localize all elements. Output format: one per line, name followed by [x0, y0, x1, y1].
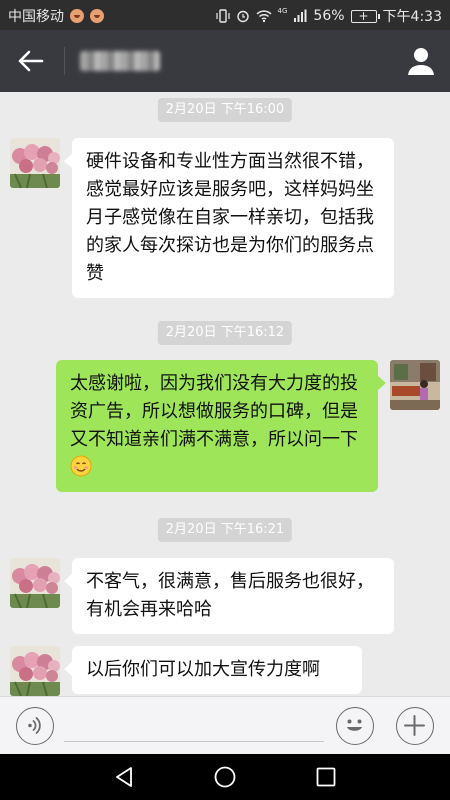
vibrate-icon	[215, 9, 230, 23]
network-type-label: 4G	[277, 7, 288, 15]
carrier-label: 中国移动	[8, 9, 64, 25]
notification-face-icon	[70, 9, 84, 23]
alarm-icon	[236, 10, 249, 23]
voice-icon	[28, 717, 41, 734]
contact-name-blurred	[80, 51, 160, 71]
emoji-button[interactable]	[336, 707, 374, 745]
incoming-message[interactable]: 硬件设备和专业性方面当然很不错，感觉最好应该是服务吧，这样妈妈坐月子感觉像在自家…	[64, 138, 394, 298]
clock: 下午4:33	[382, 9, 442, 25]
incoming-message[interactable]: 以后你们可以加大宣传力度啊	[64, 646, 362, 694]
battery-percent: 56%	[313, 8, 345, 24]
outgoing-message[interactable]: 太感谢啦，因为我们没有大力度的投资广告，所以想做服务的口碑，但是又不知道亲们满不…	[56, 360, 386, 492]
timestamp: 2月20日 下午16:21	[157, 518, 293, 542]
back-arrow-icon[interactable]	[14, 48, 48, 74]
message-list[interactable]: 2月20日 下午16:00 硬件设备和专业性方面当然很不错，感觉最好应该是服务吧…	[0, 92, 450, 696]
profile-icon[interactable]	[406, 46, 436, 76]
system-nav-bar	[0, 754, 450, 800]
wifi-icon	[256, 10, 272, 23]
battery-charging-icon: +	[350, 9, 380, 23]
my-avatar[interactable]	[390, 360, 440, 410]
contact-avatar[interactable]	[10, 646, 60, 696]
chat-header	[0, 30, 450, 92]
voice-button[interactable]	[16, 707, 54, 745]
message-input[interactable]	[64, 741, 324, 742]
contact-avatar[interactable]	[10, 138, 60, 188]
outgoing-message-text: 太感谢啦，因为我们没有大力度的投资广告，所以想做服务的口碑，但是又不知道亲们满不…	[70, 373, 358, 450]
header-divider	[64, 47, 65, 75]
timestamp: 2月20日 下午16:00	[157, 98, 293, 122]
plus-button[interactable]	[396, 707, 434, 745]
smile-emoji-icon	[70, 455, 92, 477]
home-circle-icon[interactable]	[213, 765, 237, 789]
back-triangle-icon[interactable]	[112, 765, 136, 789]
emoji-icon	[347, 719, 362, 731]
recents-square-icon[interactable]	[314, 765, 338, 789]
status-bar: 中国移动 4G 56% + 下午4:33	[0, 0, 450, 30]
timestamp: 2月20日 下午16:12	[157, 321, 293, 345]
signal-icon	[294, 9, 307, 22]
input-bar	[0, 696, 450, 754]
contact-avatar[interactable]	[10, 558, 60, 608]
plus-icon	[404, 715, 425, 736]
incoming-message[interactable]: 不客气，很满意，售后服务也很好，有机会再来哈哈	[64, 558, 394, 634]
notification-face-icon-2	[90, 9, 104, 23]
